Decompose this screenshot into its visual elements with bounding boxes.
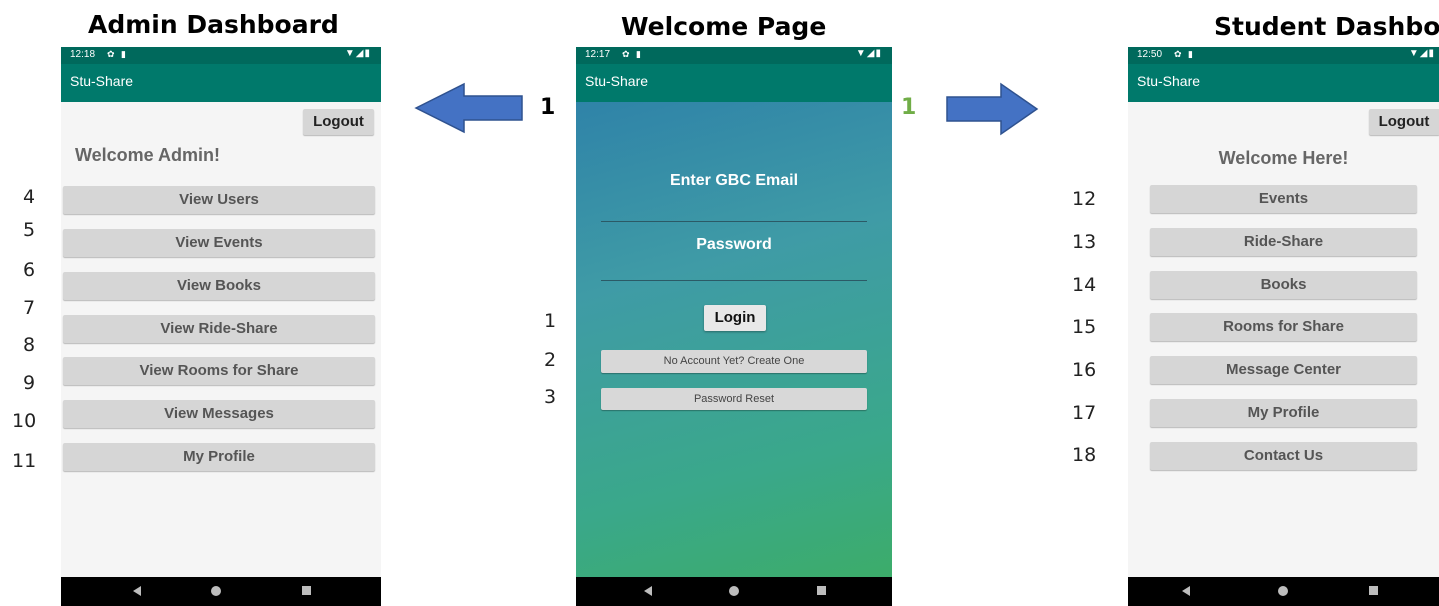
student-step-number: 18 (1072, 444, 1097, 466)
welcome-status-time: 12:17 (585, 49, 611, 60)
message-center-button[interactable]: Message Center (1150, 356, 1417, 384)
admin-app-bar: Stu-Share (61, 64, 381, 102)
student-step-number: 14 (1072, 274, 1097, 296)
welcome-phone-screen: 12:17 ✿ ▮ ▼◢▮ Stu-Share Enter GBC Email … (576, 47, 892, 606)
welcome-status-bar: 12:17 ✿ ▮ ▼◢▮ (576, 47, 892, 64)
login-form: Enter GBC Email Password Login No Accoun… (576, 102, 892, 577)
view-messages-button[interactable]: View Messages (63, 400, 375, 428)
admin-welcome-text: Welcome Admin! (75, 145, 221, 165)
view-events-button[interactable]: View Events (63, 229, 375, 257)
welcome-app-title: Stu-Share (585, 73, 649, 89)
nav-recent-apps-icon[interactable] (1369, 586, 1378, 595)
student-nav-bar (1128, 577, 1439, 606)
books-button[interactable]: Books (1150, 271, 1417, 299)
view-rooms-for-share-button[interactable]: View Rooms for Share (63, 357, 375, 385)
signal-battery-icon: ▼◢▮ (344, 48, 371, 59)
sd-card-icon: ▮ (636, 49, 641, 59)
admin-dashboard-title: Admin Dashboard (88, 10, 339, 39)
events-button[interactable]: Events (1150, 185, 1417, 213)
view-users-button[interactable]: View Users (63, 186, 375, 214)
arrow-left-icon (414, 82, 523, 134)
student-status-time: 12:50 (1137, 49, 1163, 60)
admin-nav-bar (61, 577, 381, 606)
login-button[interactable]: Login (704, 305, 766, 331)
welcome-nav-bar (576, 577, 892, 606)
login-step-number: 3 (544, 386, 557, 408)
welcome-page-title: Welcome Page (621, 12, 827, 41)
gear-icon: ✿ (107, 49, 115, 59)
email-field-label[interactable]: Enter GBC Email (576, 172, 892, 190)
admin-step-number: 9 (23, 372, 36, 394)
student-app-title: Stu-Share (1137, 73, 1201, 89)
student-status-bar: 12:50 ✿ ▮ ▼◢▮ (1128, 47, 1439, 64)
student-step-number: 15 (1072, 316, 1097, 338)
admin-step-number: 8 (23, 334, 36, 356)
nav-home-icon[interactable] (1278, 586, 1288, 596)
nav-home-icon[interactable] (211, 586, 221, 596)
student-phone-screen: 12:50 ✿ ▮ ▼◢▮ Stu-Share Logout Welcome H… (1128, 47, 1439, 606)
contact-us-button[interactable]: Contact Us (1150, 442, 1417, 470)
rooms-for-share-button[interactable]: Rooms for Share (1150, 313, 1417, 341)
password-field-underline[interactable] (601, 280, 867, 281)
nav-recent-apps-icon[interactable] (302, 586, 311, 595)
admin-phone-screen: 12:18 ✿ ▮ ▼◢▮ Stu-Share Logout Welcome A… (61, 47, 381, 606)
arrow-right-icon (946, 82, 1039, 136)
view-books-button[interactable]: View Books (63, 272, 375, 300)
password-field-label[interactable]: Password (576, 236, 892, 254)
nav-recent-apps-icon[interactable] (817, 586, 826, 595)
my-profile-button[interactable]: My Profile (63, 443, 375, 471)
admin-status-bar: 12:18 ✿ ▮ ▼◢▮ (61, 47, 381, 64)
ride-share-button[interactable]: Ride-Share (1150, 228, 1417, 256)
welcome-app-bar: Stu-Share (576, 64, 892, 102)
nav-back-icon[interactable] (133, 586, 141, 596)
admin-app-title: Stu-Share (70, 73, 134, 89)
left-arrow-label: 1 (540, 95, 556, 120)
student-dashboard-title: Student Dashboard (1214, 12, 1439, 41)
view-ride-share-button[interactable]: View Ride-Share (63, 315, 375, 343)
my-profile-button[interactable]: My Profile (1150, 399, 1417, 427)
nav-back-icon[interactable] (1182, 586, 1190, 596)
admin-step-number: 5 (23, 219, 36, 241)
admin-content: Logout Welcome Admin! View Users View Ev… (61, 102, 381, 577)
student-content: Logout Welcome Here! Events Ride-Share B… (1128, 102, 1439, 577)
email-field-underline[interactable] (601, 221, 867, 222)
sd-card-icon: ▮ (121, 49, 126, 59)
admin-status-time: 12:18 (70, 49, 96, 60)
gear-icon: ✿ (622, 49, 630, 59)
student-logout-button[interactable]: Logout (1369, 109, 1439, 135)
student-app-bar: Stu-Share (1128, 64, 1439, 102)
student-step-number: 16 (1072, 359, 1097, 381)
admin-step-number: 6 (23, 259, 36, 281)
login-step-number: 1 (544, 310, 557, 332)
sd-card-icon: ▮ (1188, 49, 1193, 59)
signal-battery-icon: ▼◢▮ (1408, 48, 1435, 59)
student-step-number: 17 (1072, 402, 1097, 424)
create-account-button[interactable]: No Account Yet? Create One (601, 350, 867, 373)
student-welcome-text: Welcome Here! (1218, 148, 1349, 168)
admin-logout-button[interactable]: Logout (303, 109, 374, 135)
student-step-number: 13 (1072, 231, 1097, 253)
nav-home-icon[interactable] (729, 586, 739, 596)
right-arrow-label: 1 (901, 95, 917, 120)
admin-step-number: 7 (23, 297, 36, 319)
student-step-number: 12 (1072, 188, 1097, 210)
admin-step-number: 4 (23, 186, 36, 208)
password-reset-button[interactable]: Password Reset (601, 388, 867, 410)
login-step-number: 2 (544, 349, 557, 371)
admin-step-number: 10 (12, 410, 37, 432)
nav-back-icon[interactable] (644, 586, 652, 596)
admin-step-number: 11 (12, 450, 37, 472)
gear-icon: ✿ (1174, 49, 1182, 59)
signal-battery-icon: ▼◢▮ (855, 48, 882, 59)
